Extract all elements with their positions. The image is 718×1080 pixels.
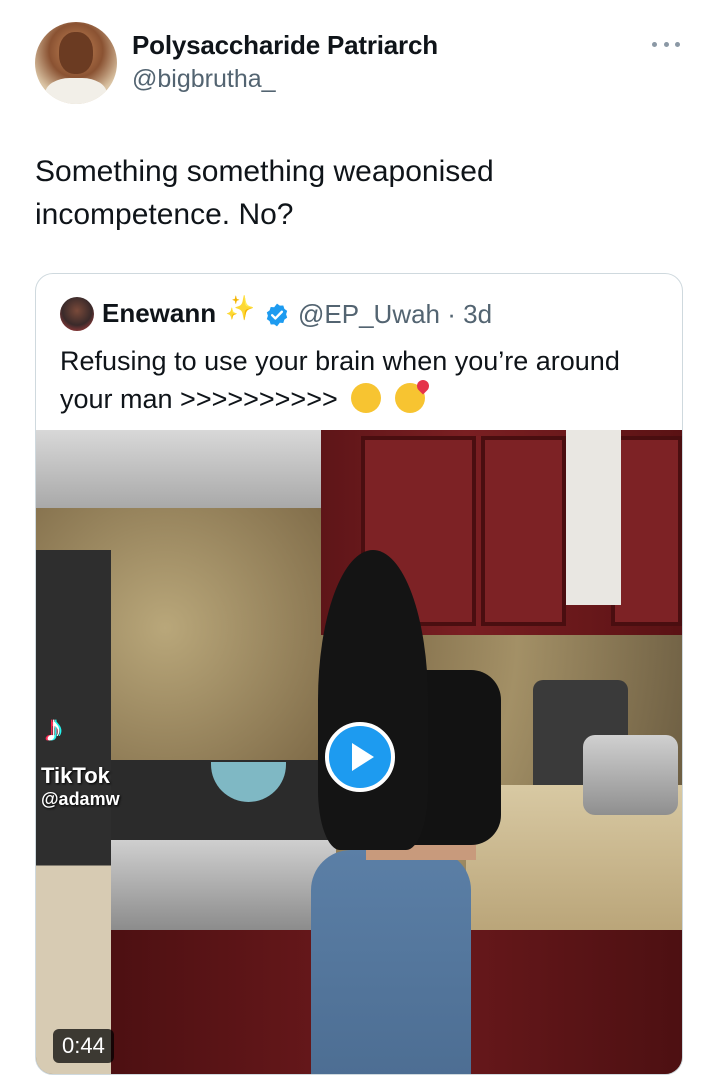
quoted-author-avatar[interactable] xyxy=(60,297,94,331)
video-frame-person-jeans xyxy=(311,850,471,1074)
smiling-face-with-hearts-icon xyxy=(394,383,425,413)
face-with-hand-over-mouth-icon xyxy=(351,383,382,413)
video-frame-person-hair xyxy=(318,550,428,850)
play-button[interactable] xyxy=(325,722,395,792)
video-frame-open-cabinet xyxy=(566,430,621,605)
verified-badge-icon xyxy=(266,303,288,327)
author-avatar[interactable] xyxy=(35,22,117,104)
video-frame-person-left xyxy=(36,550,111,1074)
video-duration-badge: 0:44 xyxy=(53,1029,114,1063)
tweet-text: Something something weaponised incompete… xyxy=(35,155,494,231)
quoted-author-display-name[interactable]: Enewann xyxy=(102,298,216,329)
tiktok-logo-icon: ♪ xyxy=(44,708,63,750)
tiktok-watermark-brand: TikTok xyxy=(41,763,110,788)
video-frame-toaster xyxy=(583,735,678,815)
quoted-tweet[interactable]: Enewann ✨ @EP_Uwah · 3d Refusing to use … xyxy=(35,273,683,1075)
video-frame-range-hood xyxy=(36,430,321,508)
video-player[interactable]: ♪ TikTok @adamw 0:44 xyxy=(36,430,682,1074)
sparkles-icon: ✨ xyxy=(225,295,255,322)
play-icon xyxy=(352,743,374,771)
author-display-name[interactable]: Polysaccharide Patriarch xyxy=(132,30,438,61)
quoted-tweet-text: Refusing to use your brain when you’re a… xyxy=(60,342,660,418)
video-frame-stove-front xyxy=(111,840,336,930)
avatar-face xyxy=(59,32,93,74)
tiktok-watermark-user: @adamw xyxy=(41,789,120,809)
more-options-icon[interactable] xyxy=(652,38,680,50)
tweet-card[interactable]: Polysaccharide Patriarch @bigbrutha_ Som… xyxy=(0,0,718,1080)
avatar-shirt xyxy=(45,78,107,104)
author-handle[interactable]: @bigbrutha_ xyxy=(132,65,276,94)
quoted-tweet-text-body: Refusing to use your brain when you’re a… xyxy=(60,346,620,414)
quoted-author-handle-time[interactable]: @EP_Uwah · 3d xyxy=(298,299,492,330)
